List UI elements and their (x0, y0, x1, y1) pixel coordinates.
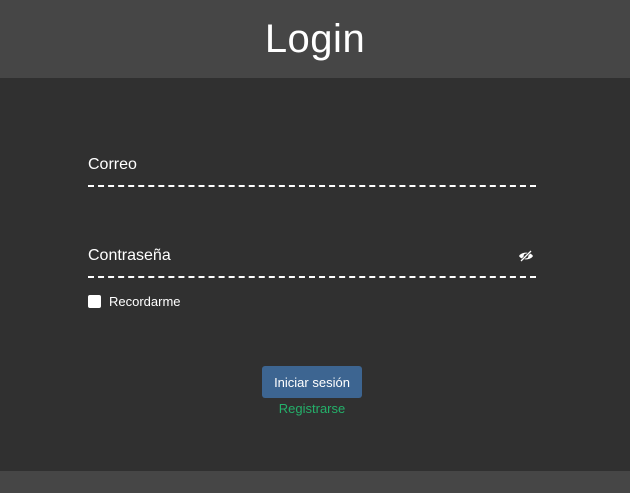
footer-bar (0, 471, 630, 493)
password-field-group: Contraseña (88, 247, 536, 281)
login-button[interactable]: Iniciar sesión (262, 366, 362, 398)
header-bar: Login (0, 0, 630, 78)
eye-slash-icon[interactable] (518, 249, 534, 262)
password-field[interactable] (88, 247, 512, 275)
email-field[interactable] (88, 156, 512, 184)
page-title: Login (264, 16, 366, 61)
register-link[interactable]: Registrarse (262, 401, 362, 416)
remember-checkbox[interactable] (88, 295, 101, 308)
remember-label[interactable]: Recordarme (109, 294, 181, 309)
email-field-group: Correo (88, 156, 536, 190)
login-form: Correo Contraseña Recordarme Iniciar ses… (0, 78, 630, 471)
password-underline (88, 276, 536, 278)
remember-me[interactable]: Recordarme (88, 294, 181, 309)
email-underline (88, 185, 536, 187)
